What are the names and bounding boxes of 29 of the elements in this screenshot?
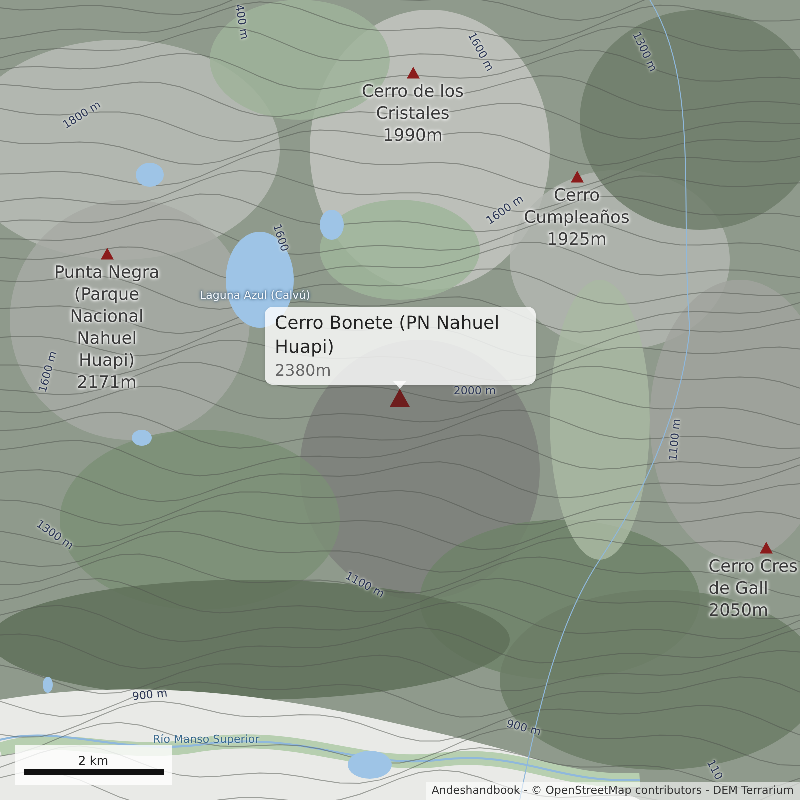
lake — [43, 677, 53, 693]
peak-label: Cerro Cumpleaños 1925m — [524, 185, 630, 251]
contour-label: 1600 m — [466, 30, 496, 74]
contour-label: 1100 m — [344, 570, 386, 600]
contour-label: 1300 m — [631, 30, 659, 74]
peak-marker-icon[interactable] — [406, 67, 420, 79]
peak-label: Cerro Cres de Gall 2050m — [708, 556, 798, 622]
scale-label: 2 km — [78, 755, 109, 767]
lake — [136, 163, 164, 187]
lake — [348, 751, 392, 779]
peak-marker-icon[interactable] — [390, 389, 410, 407]
peak-marker-icon[interactable] — [100, 248, 114, 260]
contour-label: 1100 m — [668, 418, 682, 462]
contour-label: 400 m — [234, 4, 250, 40]
peak-marker-icon[interactable] — [570, 171, 584, 183]
water-label: Río Manso Superior — [153, 734, 260, 745]
contour-label: 1600 m — [37, 350, 59, 394]
popup-elevation: 2380m — [275, 360, 332, 382]
peak-label: Cerro de los Cristales 1990m — [362, 81, 464, 147]
lake — [132, 430, 152, 446]
popup-title: Cerro Bonete (PN Nahuel Huapi) — [275, 312, 501, 360]
peak-marker-icon[interactable] — [760, 542, 772, 554]
attribution: Andeshandbook - © OpenStreetMap contributors - DEM Terrarium — [426, 782, 800, 800]
contour-label: 2000 m — [454, 386, 496, 396]
contour-label: 900 m — [132, 688, 168, 702]
contour-label: 1600 — [271, 222, 291, 254]
lake — [320, 210, 344, 240]
contour-label: 900 m — [506, 718, 542, 738]
contour-label: 110 — [705, 758, 725, 782]
